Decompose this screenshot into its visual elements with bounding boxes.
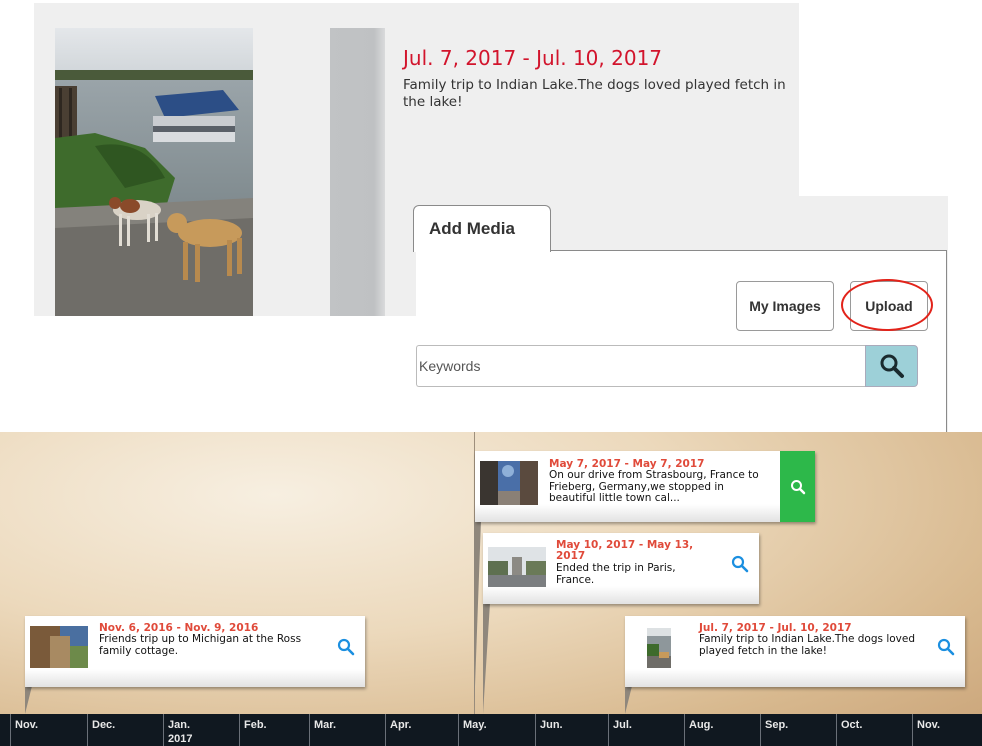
search-icon — [937, 638, 955, 656]
month-label: Apr. — [390, 719, 412, 731]
year-label: 2017 — [168, 733, 193, 745]
lake-dogs-photo — [55, 28, 253, 316]
month-tick[interactable]: Sep. — [760, 714, 836, 746]
month-label: Jun. — [540, 719, 563, 731]
upload-highlight-circle — [841, 279, 933, 331]
month-tick[interactable]: Nov. — [10, 714, 87, 746]
month-tick[interactable]: Nov. — [912, 714, 982, 746]
event-zoom-button[interactable] — [731, 555, 749, 573]
month-label: Dec. — [92, 719, 116, 731]
month-label: Jul. — [613, 719, 632, 731]
search-icon — [880, 354, 904, 378]
search-button[interactable] — [865, 345, 918, 387]
keywords-input[interactable] — [416, 345, 865, 387]
photo-side-strip — [330, 28, 385, 316]
cottage-thumbnail — [30, 626, 88, 668]
timeline-event-may7[interactable]: May 7, 2017 - May 7, 2017 On our drive f… — [475, 451, 815, 522]
month-tick[interactable]: Feb. — [239, 714, 309, 746]
month-label: Mar. — [314, 719, 337, 731]
event-thumbnail — [480, 461, 538, 505]
event-description: On our drive from Strasbourg, France to … — [549, 469, 759, 504]
paris-thumbnail — [488, 547, 546, 587]
month-label: Nov. — [917, 719, 941, 731]
event-zoom-button[interactable] — [937, 638, 955, 656]
month-label: Sep. — [765, 719, 789, 731]
event-thumbnail — [647, 628, 671, 668]
month-label: May. — [463, 719, 487, 731]
month-tick[interactable]: Jan. 2017 — [163, 714, 239, 746]
event-photo — [55, 28, 253, 316]
add-media-body — [416, 250, 947, 433]
event-pointer — [625, 686, 635, 714]
timeline-event-nov6[interactable]: Nov. 6, 2016 - Nov. 9, 2016 Friends trip… — [25, 616, 365, 687]
event-zoom-button-active[interactable] — [780, 451, 815, 522]
event-description: Ended the trip in Paris, France. — [556, 562, 676, 586]
event-thumbnail — [30, 626, 88, 668]
event-pointer — [483, 603, 493, 714]
month-label: Aug. — [689, 719, 714, 731]
month-label: Nov. — [15, 719, 39, 731]
detail-description: Family trip to Indian Lake.The dogs love… — [403, 77, 786, 110]
month-tick[interactable]: Aug. — [684, 714, 760, 746]
month-tick[interactable]: Oct. — [836, 714, 912, 746]
month-label: Oct. — [841, 719, 863, 731]
month-tick[interactable]: Jun. — [535, 714, 608, 746]
event-description: Family trip to Indian Lake.The dogs love… — [699, 633, 916, 657]
timeline-event-may10[interactable]: May 10, 2017 - May 13, 2017 Ended the tr… — [483, 533, 759, 604]
month-tick[interactable]: Jul. — [608, 714, 684, 746]
timeline-event-jul7[interactable]: Jul. 7, 2017 - Jul. 10, 2017 Family trip… — [625, 616, 965, 687]
my-images-button[interactable]: My Images — [736, 281, 834, 331]
event-description: Friends trip up to Michigan at the Ross … — [99, 633, 302, 657]
event-date: May 10, 2017 - May 13, 2017 — [556, 539, 694, 562]
month-tick[interactable]: May. — [458, 714, 535, 746]
month-tick[interactable]: Dec. — [87, 714, 163, 746]
month-label: Feb. — [244, 719, 267, 731]
street-thumbnail — [480, 461, 538, 505]
lake-thumbnail — [647, 628, 671, 668]
event-thumbnail — [488, 547, 546, 587]
month-tick[interactable]: Mar. — [309, 714, 385, 746]
detail-date: Jul. 7, 2017 - Jul. 10, 2017 — [403, 46, 663, 70]
event-pointer — [25, 686, 35, 714]
search-icon — [790, 479, 805, 494]
tab-add-media[interactable]: Add Media — [413, 205, 551, 252]
search-icon — [337, 638, 355, 656]
event-zoom-button[interactable] — [337, 638, 355, 656]
month-tick[interactable]: Apr. — [385, 714, 458, 746]
month-label: Jan. — [168, 719, 191, 731]
search-icon — [731, 555, 749, 573]
